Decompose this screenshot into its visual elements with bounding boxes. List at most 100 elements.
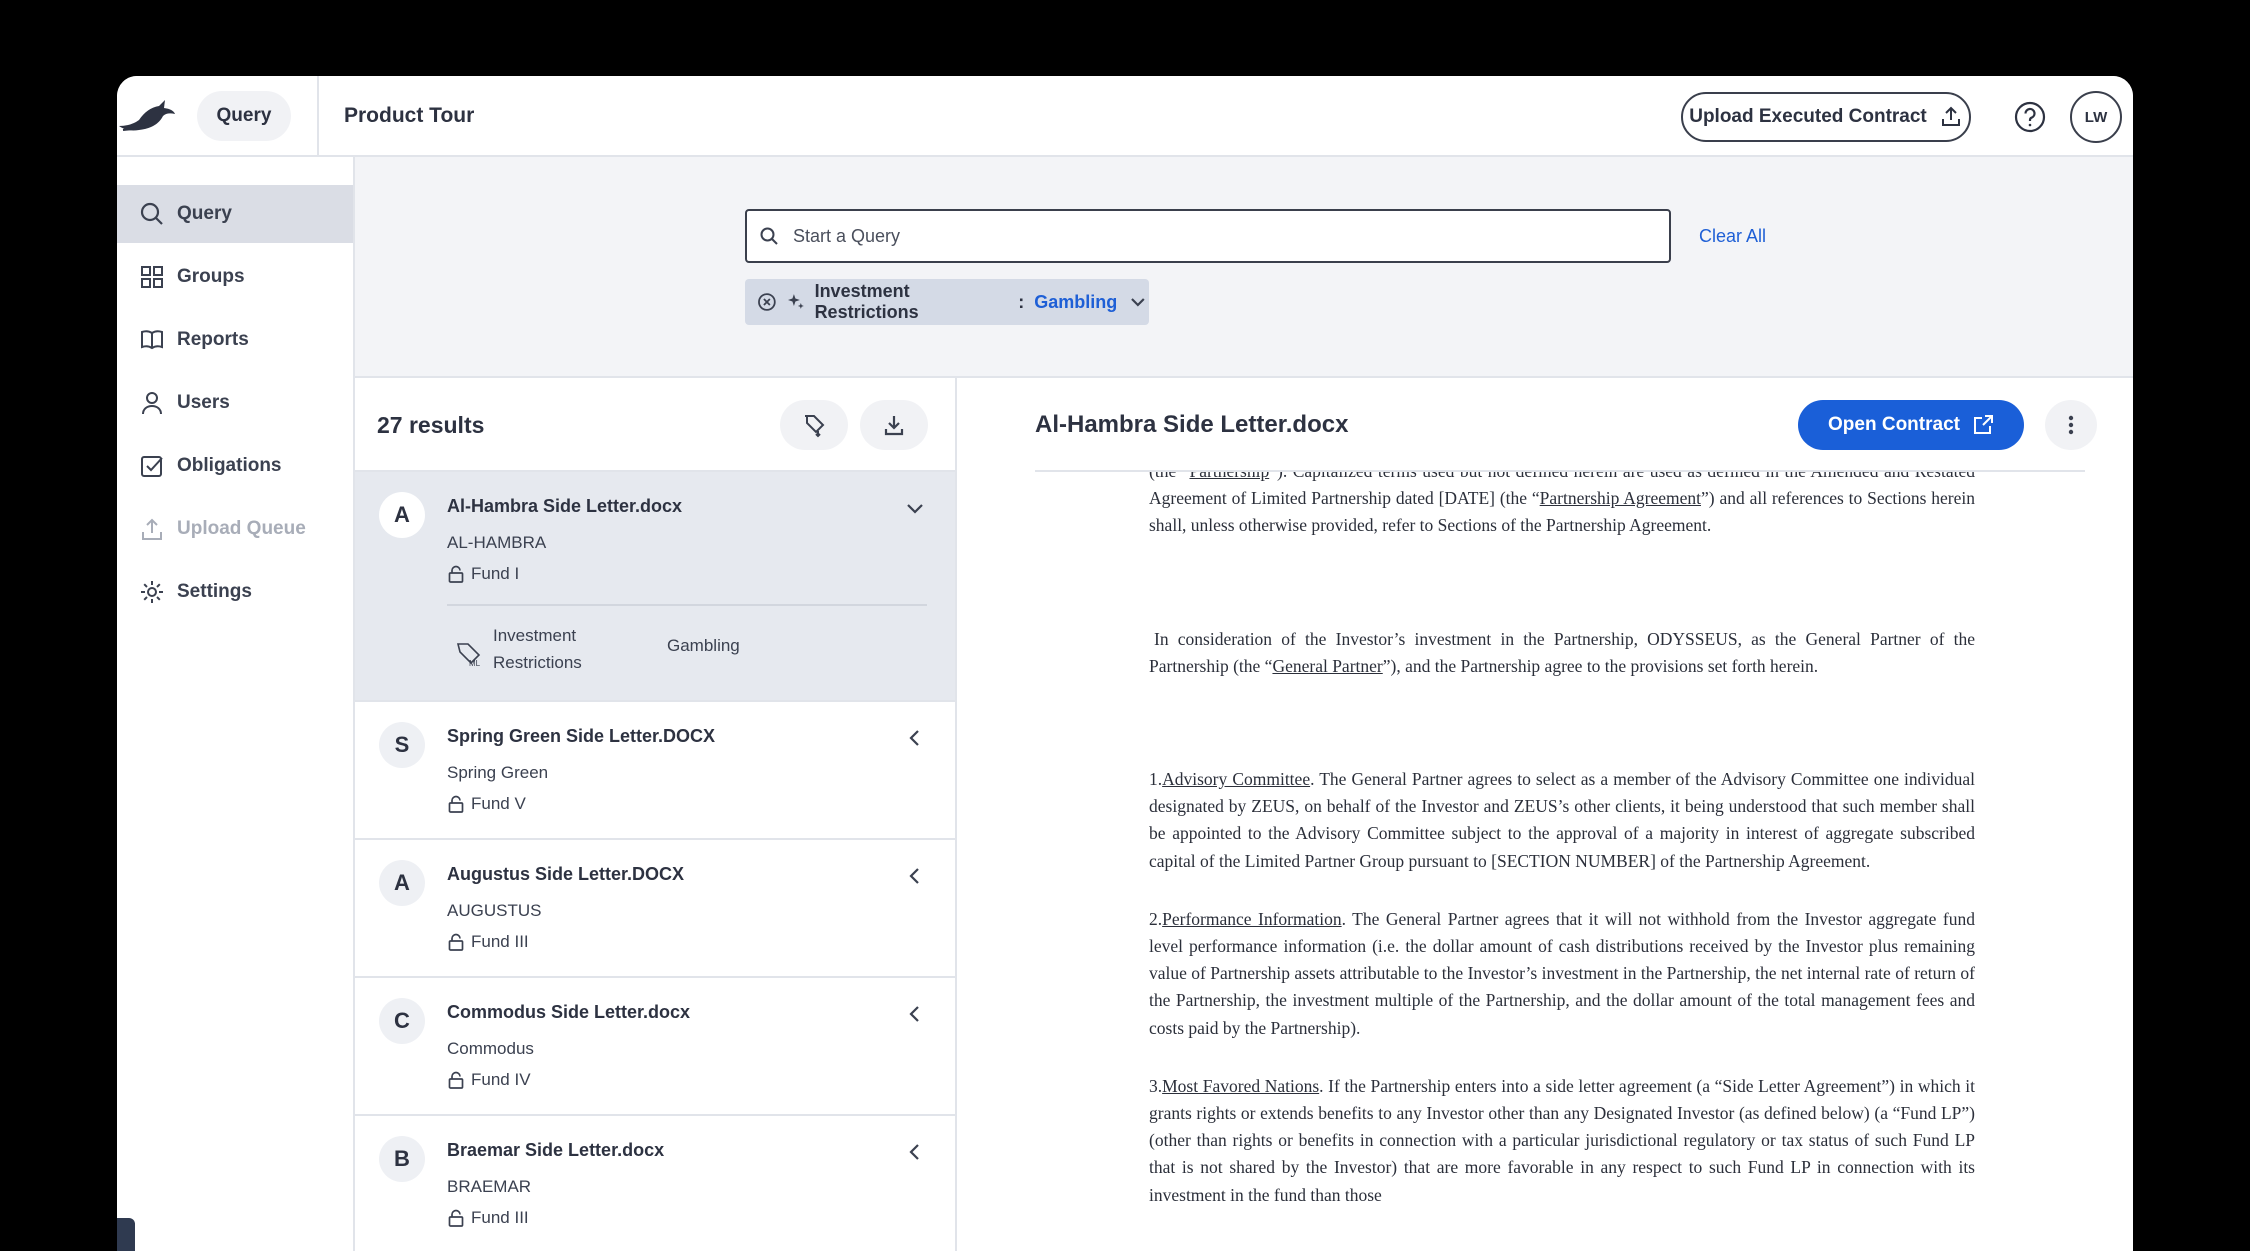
result-title[interactable]: Spring Green Side Letter.DOCX [447,726,715,747]
search-icon [760,227,778,245]
result-title[interactable]: Braemar Side Letter.docx [447,1140,664,1161]
gear-icon [141,581,163,603]
lock-icon [448,795,464,813]
open-contract-button[interactable]: Open Contract [1798,400,2024,450]
sidebar-item-users[interactable]: Users [117,374,353,432]
result-title[interactable]: Al-Hambra Side Letter.docx [447,496,682,517]
upload-icon [142,518,162,540]
grid-icon [141,266,163,288]
ml-tag-icon: ML [456,643,481,668]
sidebar-item-groups[interactable]: Groups [117,248,353,306]
document-paragraph: 3.Most Favored Nations. If the Partnersh… [1149,1075,1975,1205]
results-count: 27 results [377,412,485,438]
result-card[interactable]: A Augustus Side Letter.DOCX AUGUSTUS Fun… [355,840,955,978]
download-icon [884,416,904,436]
open-contract-label: Open Contract [1828,414,1960,435]
query-mode-pill[interactable]: Query [197,91,291,141]
tag-value: Gambling [667,636,740,655]
lock-icon [448,1209,464,1227]
results-panel: 27 results A Al-Hambra Side Letter.docx … [355,378,957,1251]
chevron-left-icon[interactable] [903,1140,927,1164]
search-icon [140,202,163,225]
sidebar-item-label: Settings [177,581,252,602]
sidebar-item-upload-queue[interactable]: Upload Queue [117,500,353,558]
result-title[interactable]: Commodus Side Letter.docx [447,1002,690,1023]
bird-logo-icon[interactable] [117,96,177,136]
sidebar: Query Groups Reports Users Obligations U… [117,157,355,1251]
fund-label: Fund I [471,564,520,583]
document-letter-avatar: A [379,492,425,538]
sidebar-item-label: Upload Queue [177,518,306,539]
user-icon [142,392,162,415]
fund-label: Fund III [471,932,529,951]
result-card[interactable]: A Al-Hambra Side Letter.docx AL-HAMBRA F… [355,472,955,702]
user-avatar[interactable]: LW [2070,91,2122,143]
remove-filter-icon[interactable] [757,292,777,312]
app-window: Query Product Tour Upload Executed Contr… [117,76,2133,1251]
sidebar-item-label: Query [177,203,232,224]
result-card[interactable]: S Spring Green Side Letter.DOCX Spring G… [355,702,955,840]
book-icon [141,330,163,350]
more-vertical-icon [2068,415,2074,435]
search-input[interactable] [793,225,1643,247]
result-card[interactable]: C Commodus Side Letter.docx Commodus Fun… [355,978,955,1116]
result-party: AUGUSTUS [447,901,542,920]
result-party: Spring Green [447,763,549,782]
lock-icon [448,933,464,951]
sidebar-item-reports[interactable]: Reports [117,311,353,369]
clear-all-link[interactable]: Clear All [1699,226,1766,247]
lock-icon [448,565,464,583]
sidebar-item-label: Obligations [177,455,282,476]
query-bar-region: Clear All Investment Restrictions: Gambl… [355,157,2133,378]
sort-button[interactable] [780,400,848,450]
sidebar-item-settings[interactable]: Settings [117,563,353,621]
fund-label: Fund V [471,794,526,813]
upload-button-label: Upload Executed Contract [1689,106,1927,127]
sidebar-item-obligations[interactable]: Obligations [117,437,353,495]
result-fund: Fund III [447,1208,529,1228]
chevron-left-icon[interactable] [903,726,927,750]
chevron-down-icon[interactable] [903,496,927,520]
result-card[interactable]: B Braemar Side Letter.docx BRAEMAR Fund … [355,1116,955,1251]
result-party: BRAEMAR [447,1177,532,1196]
more-options-button[interactable] [2045,400,2097,450]
document-body[interactable]: (the “Partnership”). Capitalized terms u… [1149,472,1975,1251]
chevron-left-icon[interactable] [903,1002,927,1026]
document-letter-avatar: C [379,998,425,1044]
document-title: Al-Hambra Side Letter.docx [1035,411,1349,438]
filter-separator: : [1018,291,1025,312]
document-letter-avatar: A [379,860,425,906]
download-button[interactable] [860,400,928,450]
upload-executed-contract-button[interactable]: Upload Executed Contract [1681,92,1971,142]
result-fund: Fund IV [447,1070,531,1090]
results-header: 27 results [355,378,955,472]
sparkle-icon [787,294,804,309]
result-fund: Fund III [447,932,529,952]
chevron-left-icon[interactable] [903,864,927,888]
chevron-down-icon[interactable] [1127,291,1149,313]
search-box[interactable] [745,209,1671,263]
filter-chip[interactable]: Investment Restrictions: Gambling [745,279,1149,325]
tag-sort-icon [805,415,825,438]
result-title[interactable]: Augustus Side Letter.DOCX [447,864,684,885]
external-link-icon [1973,415,1993,434]
result-fund: Fund V [447,794,526,814]
topbar-divider [317,76,319,157]
sidebar-item-label: Groups [177,266,245,287]
card-divider [447,604,927,606]
lock-icon [448,1071,464,1089]
document-paragraph: 1.Advisory Committee. The General Partne… [1149,769,1975,871]
document-paragraph: 2.Performance Information. The General P… [1149,908,1975,1038]
corner-toggle-tab[interactable] [117,1218,135,1251]
top-bar: Query Product Tour Upload Executed Contr… [117,76,2133,157]
result-party: AL-HAMBRA [447,533,547,552]
document-letter-avatar: B [379,1136,425,1182]
result-fund: Fund I [447,564,519,584]
help-icon[interactable] [2013,100,2047,134]
document-letter-avatar: S [379,722,425,768]
fund-label: Fund IV [471,1070,531,1089]
sidebar-item-query[interactable]: Query [117,185,353,243]
checkbox-icon [141,456,163,477]
result-party: Commodus [447,1039,534,1058]
fund-label: Fund III [471,1208,529,1227]
